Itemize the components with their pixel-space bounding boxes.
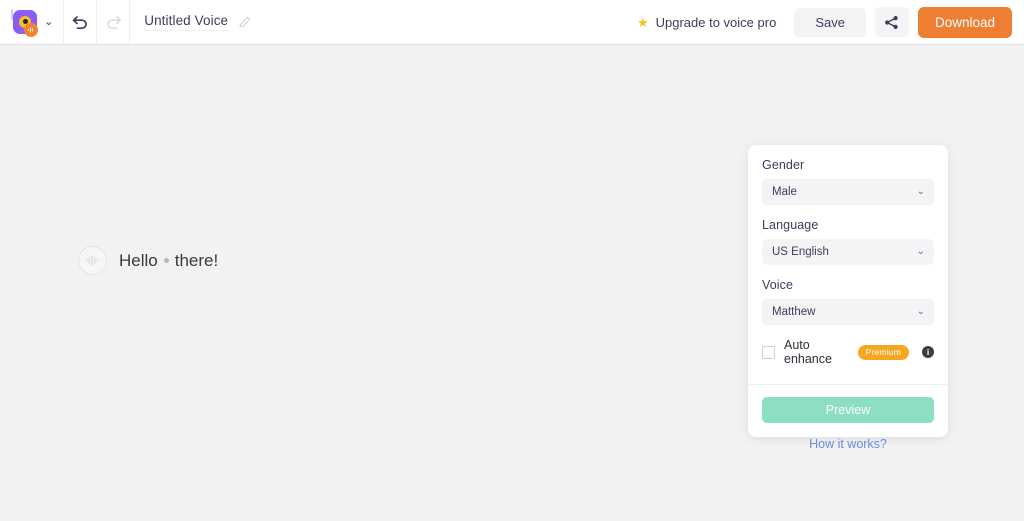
voice-settings-panel: Gender Male ⌄ Language US English ⌄ Voic… bbox=[748, 145, 948, 437]
editor-canvas[interactable]: Hello there! Gender Male ⌄ Language US E… bbox=[0, 44, 1024, 521]
pause-dot-icon bbox=[163, 258, 169, 263]
chevron-down-icon: ⌄ bbox=[916, 246, 925, 257]
undo-icon bbox=[72, 15, 87, 29]
panel-footer: Preview bbox=[748, 385, 948, 437]
voice-text-content[interactable]: Hello there! bbox=[119, 251, 218, 271]
voice-text-block[interactable]: Hello there! bbox=[78, 246, 218, 275]
info-icon[interactable]: i bbox=[922, 346, 934, 358]
save-button[interactable]: Save bbox=[794, 7, 866, 37]
how-it-works-link[interactable]: How it works? bbox=[748, 437, 948, 451]
voice-select[interactable]: Matthew ⌄ bbox=[762, 299, 934, 325]
upgrade-to-voice-pro-button[interactable]: ★ Upgrade to voice pro bbox=[637, 15, 776, 30]
auto-enhance-label: Auto enhance bbox=[784, 338, 832, 366]
upgrade-label: Upgrade to voice pro bbox=[655, 14, 777, 30]
share-button[interactable] bbox=[874, 7, 909, 37]
voice-text-before: Hello bbox=[119, 250, 158, 270]
voice-text-after: there! bbox=[174, 250, 219, 270]
preview-button[interactable]: Preview bbox=[762, 397, 934, 423]
document-title[interactable]: Untitled Voice bbox=[144, 13, 229, 31]
auto-enhance-row[interactable]: Auto enhance Premium i bbox=[762, 338, 934, 370]
top-toolbar: ⌄ Untitled Voice ★ Upgrade to voice pro … bbox=[0, 0, 1024, 44]
language-select[interactable]: US English ⌄ bbox=[762, 239, 934, 265]
undo-button[interactable] bbox=[64, 0, 96, 44]
auto-enhance-checkbox[interactable] bbox=[762, 345, 775, 359]
badge-wave-glyph bbox=[28, 27, 33, 32]
download-button[interactable]: Download bbox=[917, 6, 1012, 38]
play-waveform-button[interactable] bbox=[78, 246, 107, 275]
star-icon: ★ bbox=[636, 14, 649, 30]
logo-chevron-down-icon[interactable]: ⌄ bbox=[44, 16, 53, 28]
language-value: US English bbox=[772, 246, 829, 258]
pencil-icon[interactable] bbox=[238, 15, 252, 29]
share-icon bbox=[885, 15, 899, 29]
gender-select[interactable]: Male ⌄ bbox=[762, 179, 934, 205]
logo-menu-button[interactable]: ⌄ bbox=[0, 0, 63, 44]
language-label: Language bbox=[762, 218, 819, 232]
voice-label: Voice bbox=[762, 278, 794, 292]
premium-badge: Premium bbox=[857, 344, 909, 360]
voice-value: Matthew bbox=[772, 306, 816, 318]
voice-settings-body: Gender Male ⌄ Language US English ⌄ Voic… bbox=[748, 145, 948, 384]
chevron-down-icon: ⌄ bbox=[916, 186, 925, 197]
waveform-icon bbox=[86, 255, 99, 266]
voice-editor-app: ⌄ Untitled Voice ★ Upgrade to voice pro … bbox=[0, 0, 1024, 521]
animaker-voice-logo-icon[interactable] bbox=[10, 8, 38, 37]
document-title-area[interactable]: Untitled Voice bbox=[130, 0, 266, 44]
chevron-down-icon: ⌄ bbox=[916, 306, 925, 317]
redo-icon bbox=[106, 15, 122, 29]
redo-button[interactable] bbox=[97, 0, 129, 44]
gender-label: Gender bbox=[762, 158, 805, 172]
gender-value: Male bbox=[772, 186, 797, 198]
logo-voice-badge-icon bbox=[24, 22, 38, 37]
